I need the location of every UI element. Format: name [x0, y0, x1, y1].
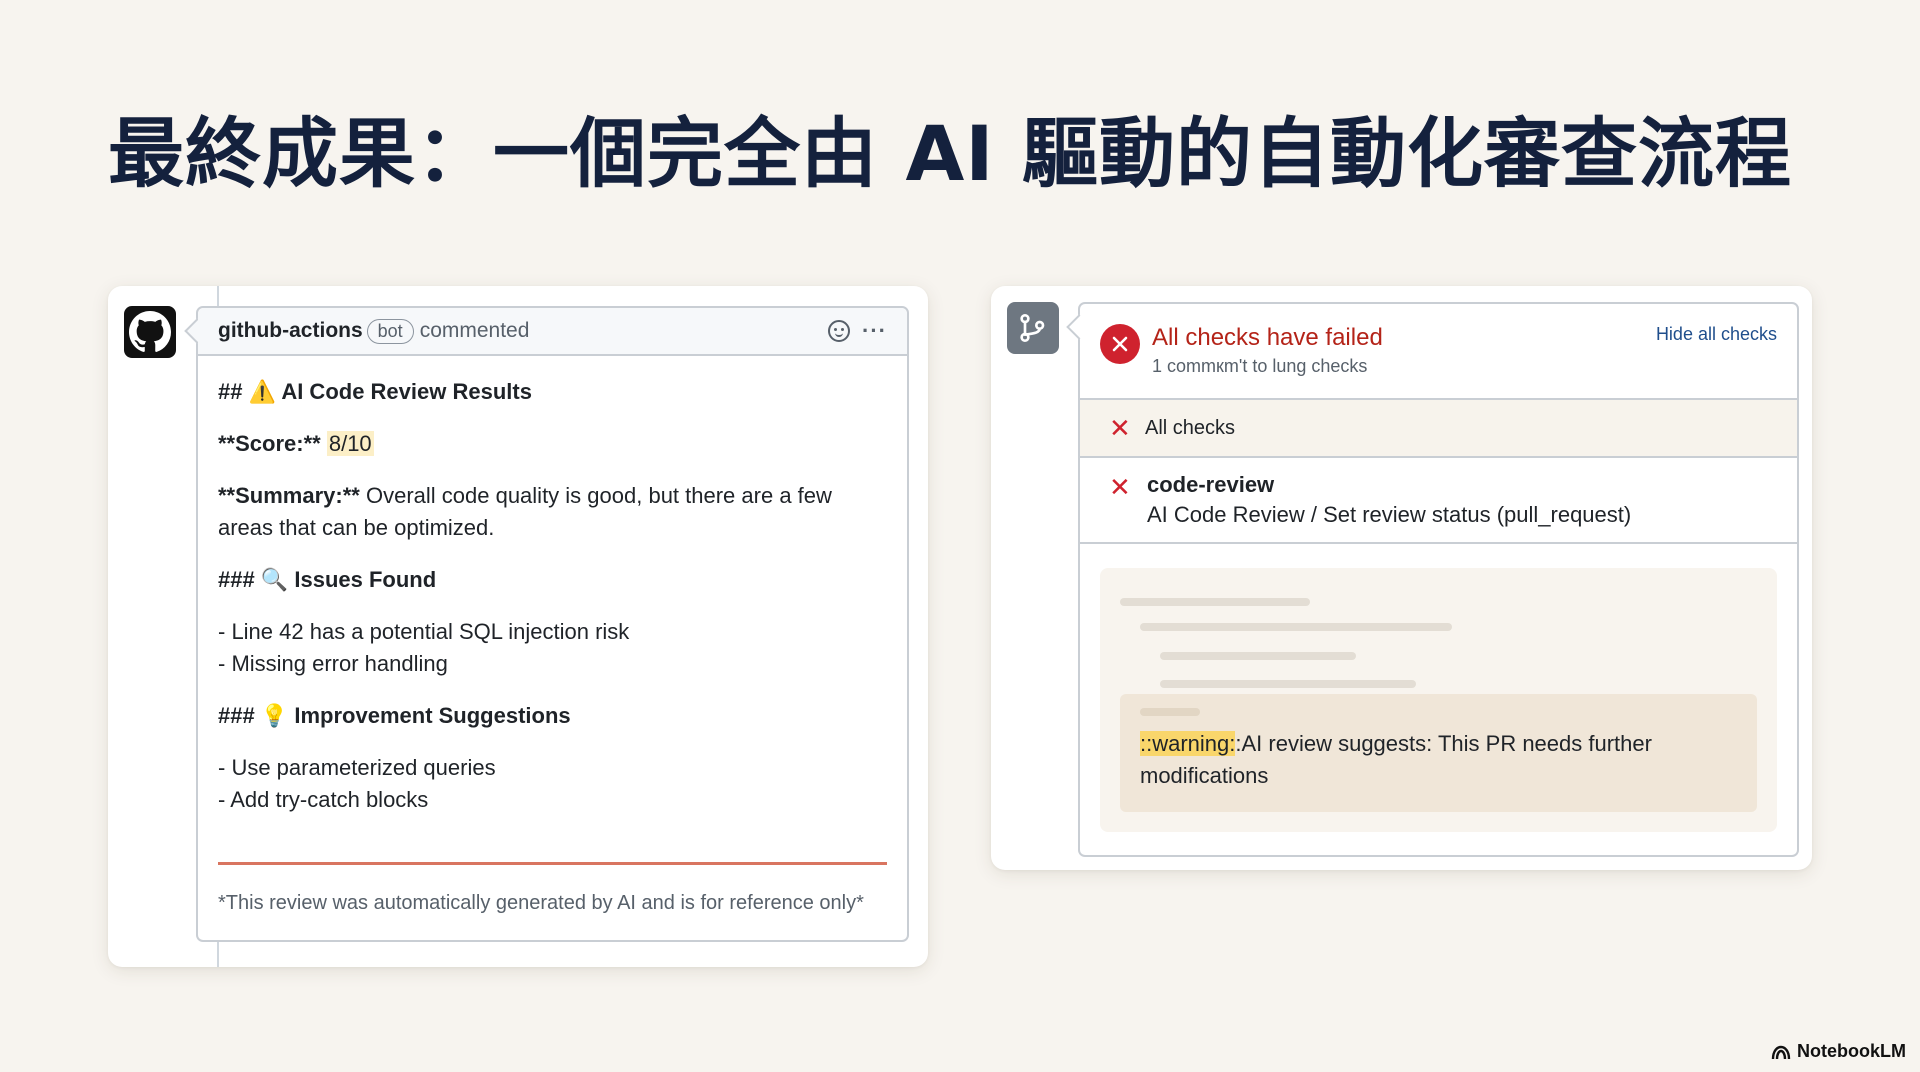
log-line-placeholder	[1140, 708, 1200, 716]
score-value: 8/10	[326, 431, 374, 456]
lightbulb-emoji-icon: 💡	[260, 703, 289, 728]
list-item: - Add try-catch blocks	[218, 787, 429, 812]
comment-body: ## ⚠️ AI Code Review Results **Score:** …	[198, 356, 907, 816]
issues-list: - Line 42 has a potential SQL injection …	[218, 616, 887, 680]
checks-header: All checks have failed 1 commкm't to lun…	[1080, 304, 1797, 400]
comment-header: github-actions bot commented ···	[198, 308, 907, 356]
checks-box: All checks have failed 1 commкm't to lun…	[1078, 302, 1799, 857]
check-description: AI Code Review / Set review status (pull…	[1147, 502, 1632, 527]
warning-emoji-icon: ⚠️	[248, 379, 277, 404]
checks-card: All checks have failed 1 commкm't to lun…	[991, 286, 1812, 870]
check-row-all-checks[interactable]: ✕ All checks	[1080, 400, 1797, 458]
log-line-placeholder	[1120, 598, 1310, 606]
list-item: - Missing error handling	[218, 651, 448, 676]
comment-action: commented	[419, 319, 530, 342]
notebooklm-logo-icon	[1771, 1045, 1791, 1059]
suggestions-heading: ### 💡 Improvement Suggestions	[218, 703, 571, 728]
pr-comment-card: github-actions bot commented ··· ## ⚠️ A…	[108, 286, 928, 967]
github-logo-icon	[129, 311, 171, 352]
check-name: code-review	[1147, 472, 1275, 497]
warning-keyword: ::warning:	[1140, 731, 1236, 756]
comment-author[interactable]: github-actions	[218, 319, 363, 343]
warning-annotation: ::warning::AI review suggests: This PR n…	[1120, 694, 1757, 812]
check-name: All checks	[1145, 416, 1236, 439]
log-line-placeholder	[1160, 680, 1416, 688]
checks-status-subtitle: 1 commкm't to lung checks	[1152, 356, 1368, 376]
log-line-placeholder	[1160, 652, 1356, 660]
slide-title: 最終成果：一個完全由 AI 驅動的自動化審查流程	[108, 109, 1793, 198]
notebooklm-watermark: NotebookLM	[1771, 1041, 1906, 1062]
magnifier-emoji-icon: 🔍	[260, 567, 289, 592]
fail-x-icon: ✕	[1109, 413, 1131, 443]
review-heading: ## ⚠️ AI Code Review Results	[218, 379, 532, 404]
footer-note: *This review was automatically generated…	[218, 892, 864, 914]
suggestions-list: - Use parameterized queries - Add try-ca…	[218, 752, 887, 816]
bot-badge: bot	[366, 318, 414, 344]
hide-all-checks-link[interactable]: Hide all checks	[1656, 324, 1777, 345]
score-line: **Score:** 8/10	[218, 431, 374, 456]
branch-icon	[1007, 302, 1059, 354]
log-line-placeholder	[1140, 623, 1452, 631]
divider	[218, 862, 887, 865]
check-row-code-review[interactable]: ✕ code-review AI Code Review / Set revie…	[1080, 458, 1797, 544]
comment-box: github-actions bot commented ··· ## ⚠️ A…	[196, 306, 909, 942]
list-item: - Use parameterized queries	[218, 755, 496, 780]
comment-actions: ···	[828, 308, 887, 354]
log-panel: ::warning::AI review suggests: This PR n…	[1100, 568, 1777, 832]
git-branch-icon	[1020, 314, 1045, 342]
issues-heading: ### 🔍 Issues Found	[218, 567, 437, 592]
checks-status-title: All checks have failed	[1152, 324, 1383, 351]
github-avatar[interactable]	[124, 306, 176, 358]
failed-status-icon	[1100, 324, 1140, 364]
more-options-icon[interactable]: ···	[862, 320, 887, 342]
fail-x-icon: ✕	[1109, 472, 1131, 502]
summary-line: **Summary:** Overall code quality is goo…	[218, 483, 832, 540]
warning-message: ::warning::AI review suggests: This PR n…	[1140, 731, 1652, 788]
brand-name: NotebookLM	[1797, 1041, 1906, 1061]
list-item: - Line 42 has a potential SQL injection …	[218, 619, 630, 644]
add-reaction-icon[interactable]	[828, 320, 851, 342]
